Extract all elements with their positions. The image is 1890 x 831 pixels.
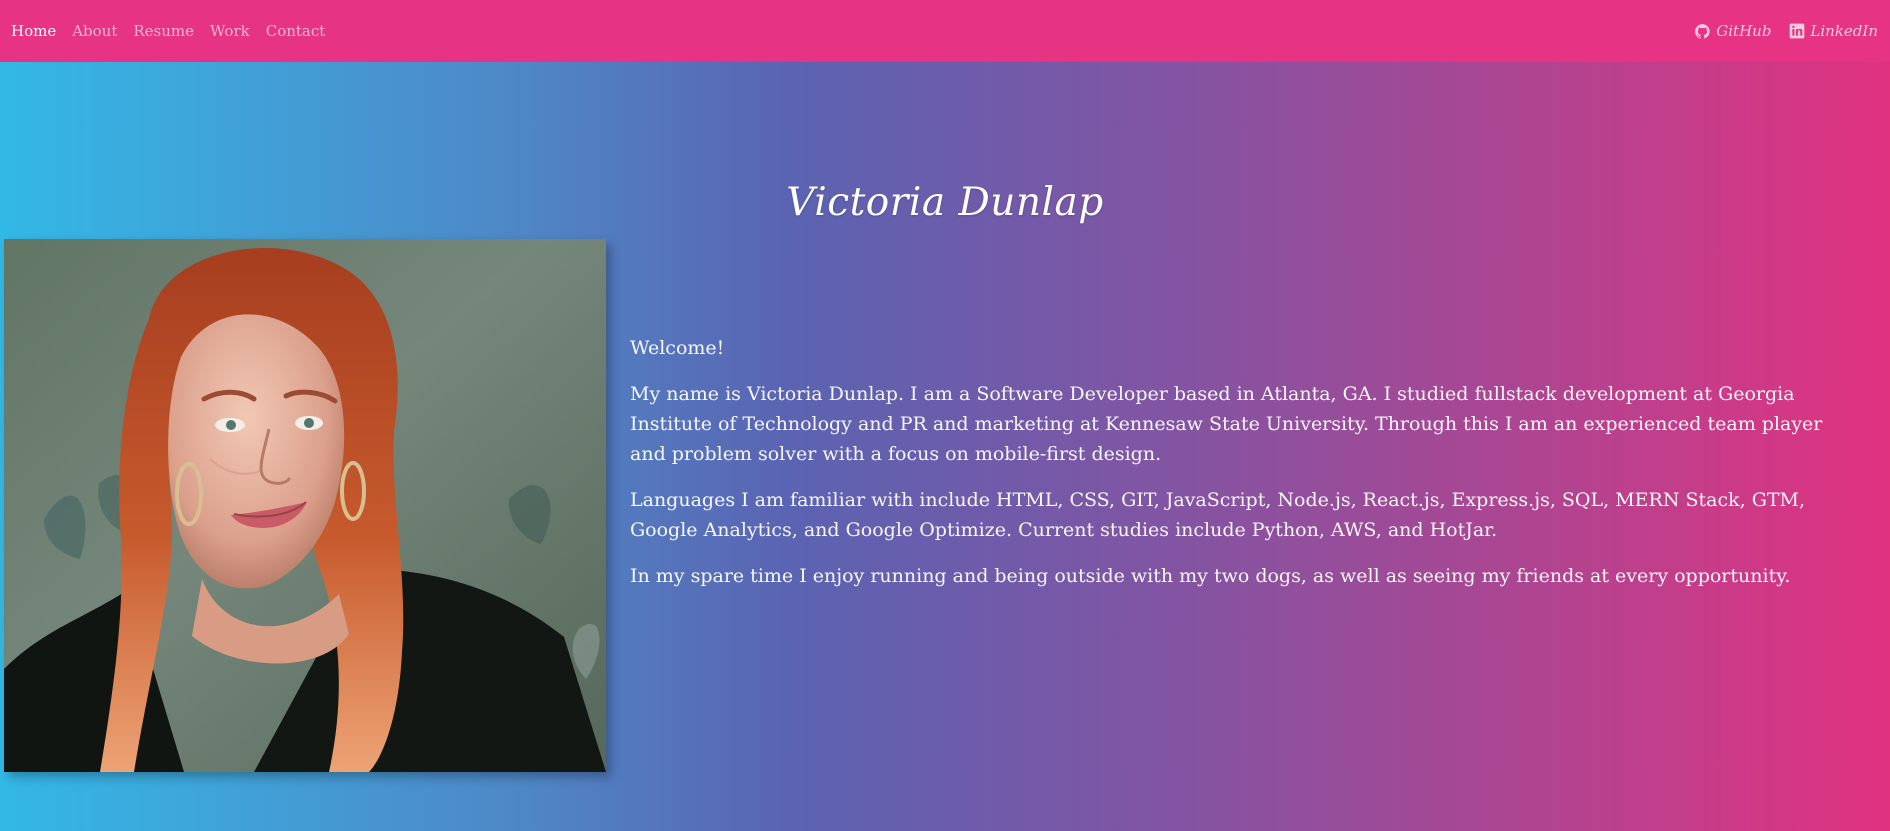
linkedin-link[interactable]: LinkedIn xyxy=(1788,22,1878,40)
nav-contact-link[interactable]: Contact xyxy=(266,22,326,40)
linkedin-icon xyxy=(1788,23,1805,40)
nav-work-link[interactable]: Work xyxy=(210,22,250,40)
nav-home-link[interactable]: Home xyxy=(11,22,56,40)
page-title: Victoria Dunlap xyxy=(786,180,1104,226)
about-section: Welcome! My name is Victoria Dunlap. I a… xyxy=(630,333,1860,607)
bio-paragraph: My name is Victoria Dunlap. I am a Softw… xyxy=(630,383,1823,465)
github-link[interactable]: GitHub xyxy=(1694,22,1771,40)
nav-links: Home About Resume Work Contact xyxy=(11,22,341,40)
welcome-text: Welcome! xyxy=(630,337,725,359)
top-navbar: Home About Resume Work Contact GitHub Li… xyxy=(0,0,1890,62)
social-links: GitHub LinkedIn xyxy=(1677,22,1878,40)
linkedin-label: LinkedIn xyxy=(1810,22,1878,40)
github-icon xyxy=(1694,23,1711,40)
skills-paragraph: Languages I am familiar with include HTM… xyxy=(630,489,1806,541)
hobbies-paragraph: In my spare time I enjoy running and bei… xyxy=(630,565,1791,587)
nav-resume-link[interactable]: Resume xyxy=(133,22,194,40)
profile-photo xyxy=(4,239,606,772)
github-label: GitHub xyxy=(1716,22,1772,40)
nav-about-link[interactable]: About xyxy=(72,22,117,40)
